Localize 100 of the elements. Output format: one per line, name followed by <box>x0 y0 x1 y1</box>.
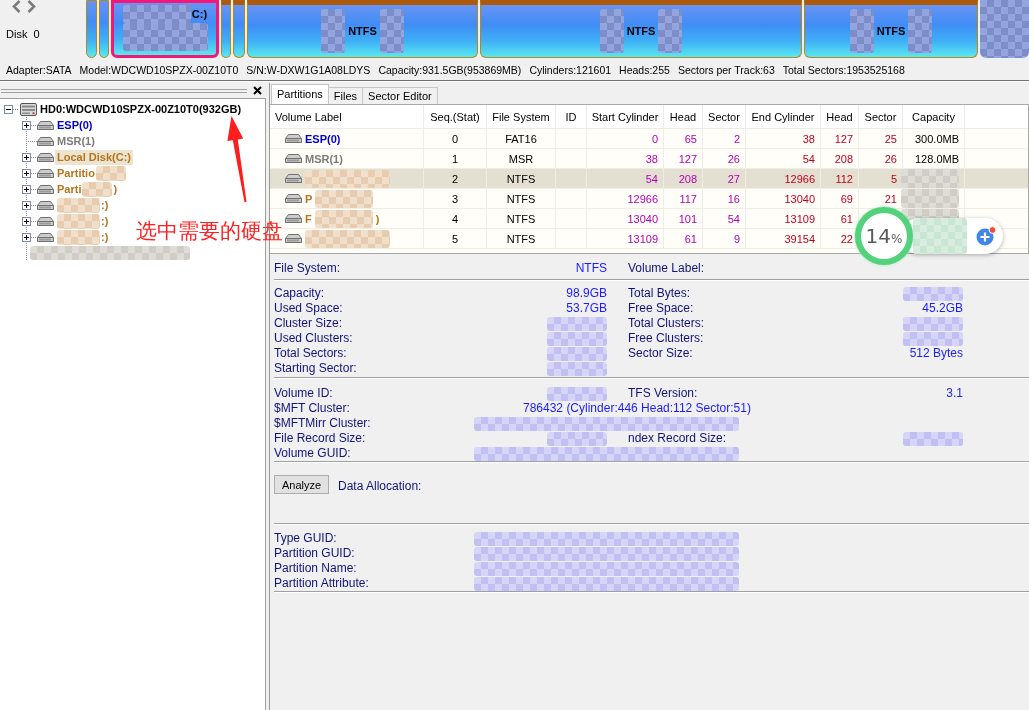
tree-item[interactable]: :) <box>55 229 111 245</box>
disk-property: Sectors per Track:63 <box>677 64 775 76</box>
field-label: TFS Version: <box>628 386 698 401</box>
column-header: Head <box>664 105 703 128</box>
column-header: Capacity <box>903 105 965 128</box>
chevron-right-icon[interactable] <box>27 0 36 13</box>
table-cell: NTFS <box>487 189 556 208</box>
field-label: Type GUID: <box>274 531 337 546</box>
field-label: Starting Sector: <box>274 361 357 376</box>
expand-icon[interactable] <box>22 232 31 242</box>
table-cell: 2 <box>424 169 487 188</box>
table-cell: 25 <box>859 129 903 148</box>
table-cell: MSR <box>487 149 556 168</box>
table-cell: 127 <box>664 149 703 168</box>
column-header: Seq.(Stat) <box>424 105 487 128</box>
tree-item[interactable]: ESP(0) <box>55 117 95 133</box>
expand-icon[interactable] <box>22 216 31 226</box>
table-cell: NTFS <box>487 209 556 228</box>
tree-item[interactable]: Partitio <box>55 165 128 181</box>
partition-block[interactable] <box>233 0 245 58</box>
partition-block[interactable]: C:) <box>111 0 219 58</box>
field-value: 512 Bytes <box>909 346 963 361</box>
partition-block[interactable] <box>221 0 231 58</box>
plus-icon[interactable] <box>975 226 997 246</box>
table-cell: 3 <box>424 189 487 208</box>
field-label: ndex Record Size: <box>628 431 727 446</box>
expand-icon[interactable] <box>22 200 31 210</box>
drive-icon <box>285 174 302 183</box>
tree-item[interactable]: HD0:WDCWD10SPZX-00Z10T0(932GB) <box>38 101 244 117</box>
field-label: File System: <box>274 261 340 276</box>
table-cell: 13040 <box>587 209 664 228</box>
table-cell: 117 <box>664 189 703 208</box>
tree-item[interactable]: :) <box>55 197 111 213</box>
column-header: Sector <box>703 105 746 128</box>
table-cell: 61 <box>664 229 703 248</box>
expand-icon[interactable] <box>22 168 31 178</box>
partition-block[interactable]: NTFS <box>247 0 478 58</box>
column-header: End Cylinder <box>746 105 821 128</box>
expand-icon[interactable] <box>22 152 31 162</box>
field-value: 3.1 <box>946 386 963 401</box>
close-icon[interactable] <box>253 86 262 95</box>
table-cell: 26 <box>859 149 903 168</box>
disk-property: S/N:W-DXW1G1A08LDYS <box>246 64 371 76</box>
field-value: 786432 (Cylinder:446 Head:112 Sector:51) <box>523 401 751 416</box>
collapse-icon[interactable] <box>4 104 13 114</box>
expand-icon[interactable] <box>22 120 31 130</box>
field-label: Total Clusters: <box>628 316 705 331</box>
tree-item[interactable]: MSR(1) <box>55 133 97 149</box>
field-value: 98.9GB <box>566 286 607 301</box>
column-header: Start Cylinder <box>587 105 664 128</box>
tab[interactable]: Partitions <box>271 84 329 104</box>
table-cell: 1 <box>424 149 487 168</box>
table-cell: 208 <box>664 169 703 188</box>
table-cell: 26 <box>703 149 746 168</box>
field-label: Partition Name: <box>274 561 357 576</box>
table-cell: 16 <box>703 189 746 208</box>
field-label: Cluster Size: <box>274 316 343 331</box>
volume-label: MSR(1) <box>305 152 343 165</box>
drive-icon <box>37 120 54 130</box>
drive-icon <box>37 152 54 162</box>
column-header: ID <box>556 105 587 128</box>
tree-item[interactable]: :) <box>55 213 111 229</box>
drive-icon <box>37 184 54 194</box>
table-cell: 5 <box>424 229 487 248</box>
field-label: $MFTMirr Cluster: <box>274 416 371 431</box>
table-row[interactable]: ESP(0) 0 FAT16 0 65 2 38 127 25 300.0MB <box>270 129 1028 149</box>
tab[interactable]: Sector Editor <box>362 87 438 104</box>
table-row[interactable]: 2 NTFS 54 208 27 12966 112 5 <box>270 169 1028 189</box>
analyze-button[interactable]: Analyze <box>274 475 329 494</box>
table-cell: FAT16 <box>487 129 556 148</box>
table-cell: 12966 <box>587 189 664 208</box>
chevron-left-icon[interactable] <box>12 0 21 13</box>
table-row[interactable]: P 3 NTFS 12966 117 16 13040 69 21 <box>270 189 1028 209</box>
drive-icon <box>285 234 302 243</box>
drive-icon <box>285 134 302 143</box>
tree-item[interactable]: Parti ) <box>55 181 120 197</box>
field-label: Used Space: <box>274 301 343 316</box>
column-header: File System <box>487 105 556 128</box>
drive-icon <box>37 232 54 242</box>
partition-block[interactable]: NTFS <box>480 0 802 58</box>
field-label: Partition GUID: <box>274 546 355 561</box>
disk-property: Heads:255 <box>619 64 670 76</box>
drive-icon <box>37 168 54 178</box>
field-value: 45.2GB <box>922 301 963 316</box>
table-row[interactable]: MSR(1) 1 MSR 38 127 26 54 208 26 128.0MB <box>270 149 1028 169</box>
table-cell: 4 <box>424 209 487 228</box>
drive-icon <box>37 200 54 210</box>
partition-block[interactable]: NTFS <box>804 0 978 58</box>
table-cell: 38 <box>746 129 821 148</box>
field-label: Volume ID: <box>274 386 333 401</box>
table-cell: 2 <box>703 129 746 148</box>
expand-icon[interactable] <box>22 184 31 194</box>
drive-icon <box>37 136 54 146</box>
table-cell: 0 <box>424 129 487 148</box>
table-cell: 127 <box>821 129 859 148</box>
column-header: Head <box>821 105 859 128</box>
drive-icon <box>285 194 302 203</box>
drive-icon <box>37 216 54 226</box>
table-cell: 65 <box>664 129 703 148</box>
table-cell: 13040 <box>746 189 821 208</box>
